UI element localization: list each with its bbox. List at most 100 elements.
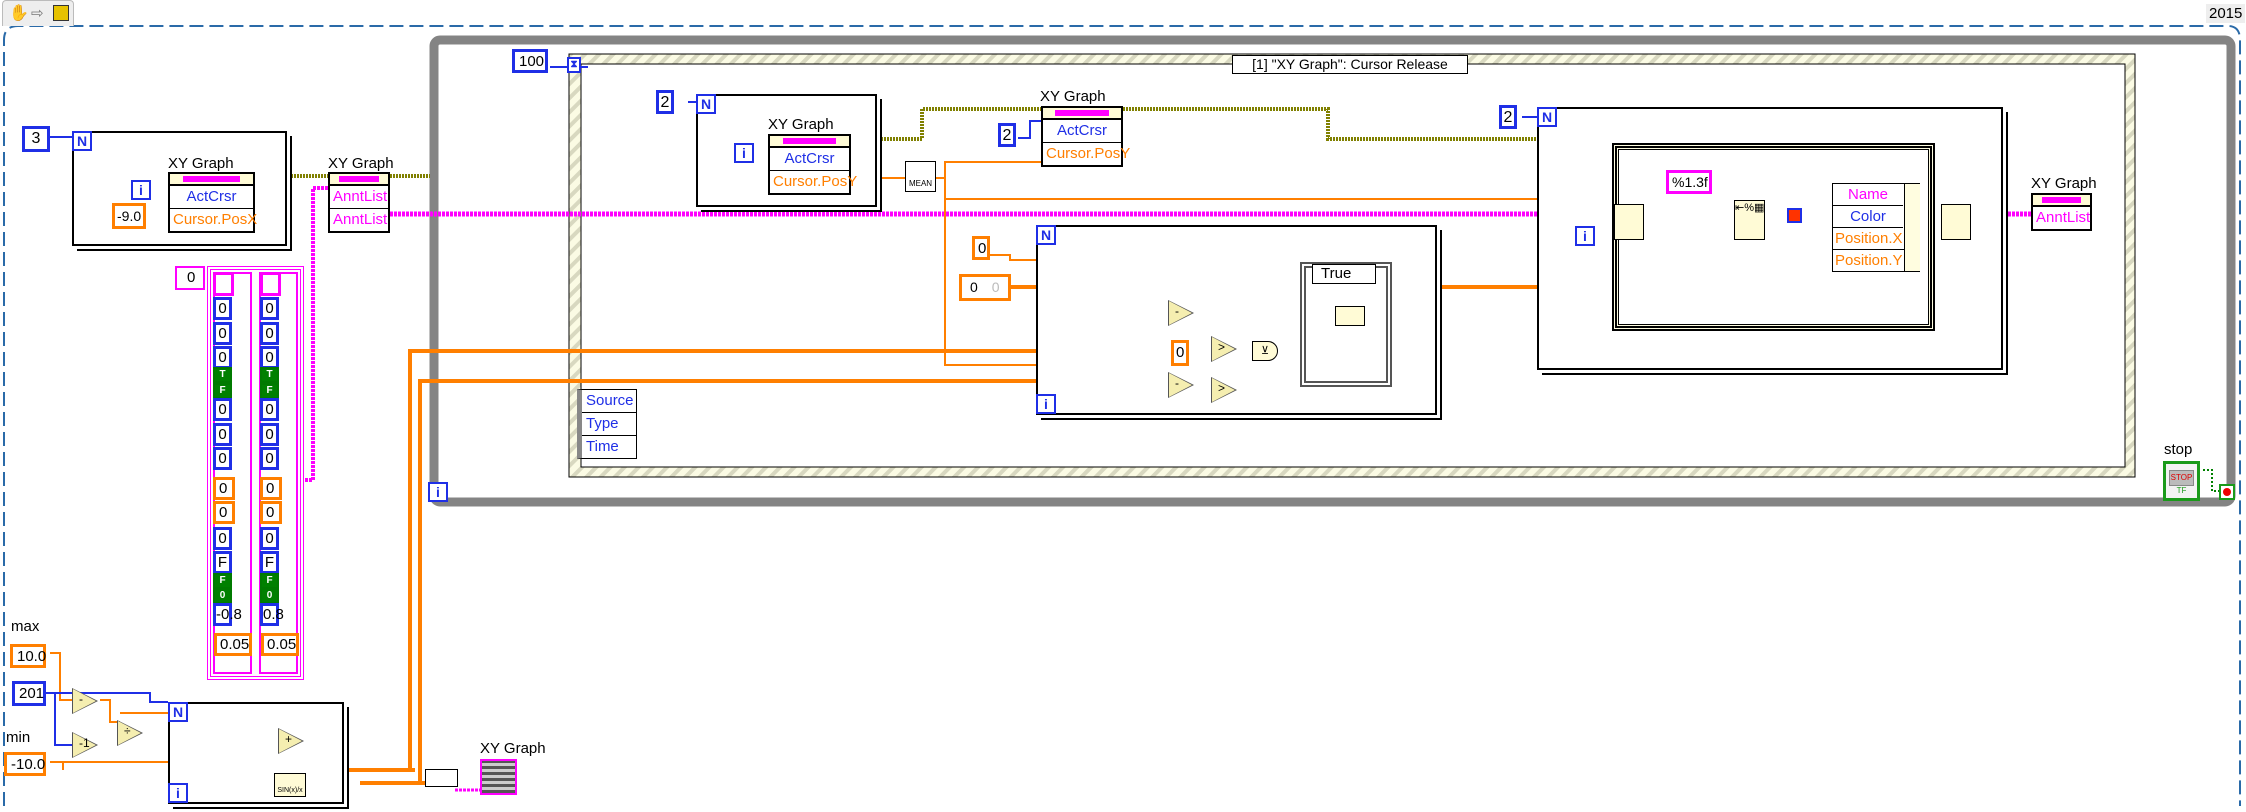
offset-cell[interactable]: 0.05 bbox=[261, 633, 299, 656]
offset-cell[interactable]: 0.05 bbox=[214, 633, 252, 656]
numeric-cell[interactable]: 0 bbox=[260, 346, 279, 369]
xy-graph-cursor-property-node-2[interactable]: ActCrsr Cursor.PosY bbox=[1041, 106, 1130, 167]
name-string-cell[interactable] bbox=[260, 272, 281, 296]
color-constant[interactable] bbox=[1787, 208, 1802, 223]
boolean-cell[interactable]: F bbox=[260, 573, 279, 589]
numeric-cell[interactable]: -0.8 bbox=[213, 603, 242, 626]
array-constant[interactable]: 0 0 bbox=[959, 274, 1011, 301]
position-cell[interactable]: 0 bbox=[213, 501, 235, 524]
array-replace-element-node bbox=[1941, 204, 1971, 240]
wait-ms-constant[interactable]: 100 bbox=[512, 49, 548, 73]
array-index-element-node bbox=[1614, 204, 1644, 240]
stop-button-face[interactable]: STOP bbox=[2169, 470, 2194, 486]
name-string-cell[interactable] bbox=[213, 272, 234, 296]
property-anntlist-out[interactable]: AnntList bbox=[330, 208, 388, 231]
boolean-cell[interactable]: T bbox=[213, 367, 232, 383]
bundle-color[interactable]: Color bbox=[1833, 206, 1903, 228]
property-cursor-posy[interactable]: Cursor.PosY bbox=[770, 170, 857, 193]
xy-graph-terminal-label: XY Graph bbox=[480, 740, 546, 757]
vi-icon[interactable] bbox=[53, 5, 69, 21]
property-actcrsr[interactable]: ActCrsr bbox=[1043, 119, 1121, 142]
numeric-cell[interactable]: 0 bbox=[213, 447, 232, 470]
numeric-cell[interactable]: 0 bbox=[260, 398, 279, 421]
numeric-cell[interactable]: 0 bbox=[213, 423, 232, 446]
numeric-cell[interactable]: 0 bbox=[213, 322, 232, 345]
array-index[interactable]: 0 bbox=[962, 279, 978, 295]
position-cell[interactable]: 0 bbox=[260, 477, 282, 500]
numeric-cell[interactable]: 0 bbox=[213, 297, 232, 320]
xy-graph-annt-property-node[interactable]: AnntList AnntList bbox=[328, 172, 390, 233]
boolean-cell[interactable]: F bbox=[213, 383, 232, 399]
property-cursor-posx[interactable]: Cursor.PosX bbox=[170, 208, 257, 231]
max-control[interactable]: 10.0 bbox=[10, 644, 46, 668]
stop-button-terminal[interactable]: STOP TF bbox=[2163, 461, 2200, 501]
property-anntlist-in[interactable]: AnntList bbox=[330, 185, 388, 208]
add-node: + bbox=[278, 728, 304, 754]
loop-index-terminal: i bbox=[734, 143, 754, 163]
bundle-name[interactable]: Name bbox=[1833, 184, 1903, 206]
bundle-position-y[interactable]: Position.Y bbox=[1833, 250, 1905, 271]
xy-graph-cursor-property-node[interactable]: ActCrsr Cursor.PosY bbox=[768, 134, 857, 195]
boolean-cell[interactable]: F bbox=[260, 383, 279, 399]
position-cell[interactable]: 0 bbox=[213, 477, 235, 500]
timeout-terminal-hourglass-icon: ⧗ bbox=[567, 57, 581, 73]
min-control[interactable]: -10.0 bbox=[4, 752, 46, 776]
format-string-constant[interactable]: %1.3f bbox=[1666, 170, 1712, 194]
array-index-display[interactable]: 0 bbox=[175, 266, 205, 290]
xy-graph-annt-out-property-node[interactable]: AnntList bbox=[2031, 193, 2092, 231]
points-constant[interactable]: 201 bbox=[12, 681, 46, 706]
stop-label: stop bbox=[2164, 441, 2193, 458]
zero-constant[interactable]: 0 bbox=[1171, 340, 1189, 366]
loop-count-terminal: N bbox=[72, 131, 92, 151]
loop-count-terminal: N bbox=[696, 94, 716, 114]
numeric-cell[interactable]: 0 bbox=[260, 447, 279, 470]
xy-graph-terminal[interactable] bbox=[480, 759, 517, 795]
numeric-cell[interactable]: 0 bbox=[213, 398, 232, 421]
init-constant[interactable]: 0 bbox=[972, 236, 990, 260]
event-data-source[interactable]: Source bbox=[582, 390, 636, 413]
event-data-type[interactable]: Type bbox=[582, 413, 636, 436]
numeric-cell[interactable]: 0 bbox=[213, 346, 232, 369]
boolean-cell[interactable]: F bbox=[213, 573, 232, 589]
property-node-label: XY Graph bbox=[168, 155, 234, 172]
property-anntlist[interactable]: AnntList bbox=[2033, 206, 2090, 229]
event-data-node[interactable]: Source Type Time bbox=[577, 389, 637, 459]
numeric-cell[interactable]: 0 bbox=[213, 527, 232, 550]
loop-index-terminal: i bbox=[1036, 394, 1056, 414]
diagram-toolbar: ✋ ⇨ bbox=[2, 0, 74, 26]
numeric-cell[interactable]: 0.8 bbox=[260, 603, 284, 626]
numeric-cell[interactable]: 0 bbox=[260, 527, 279, 550]
loop-count-constant[interactable]: 3 bbox=[22, 126, 50, 152]
numeric-cell[interactable]: 0 bbox=[260, 322, 279, 345]
bundle-position-x[interactable]: Position.X bbox=[1833, 228, 1905, 250]
property-actcrsr[interactable]: ActCrsr bbox=[770, 147, 849, 170]
boolean-cell[interactable]: 0 bbox=[213, 588, 232, 604]
subtract-node: - bbox=[1168, 300, 1194, 326]
arrow-tool-icon[interactable]: ⇨ bbox=[31, 4, 44, 22]
annotation-count-constant[interactable]: 2 bbox=[1499, 105, 1517, 129]
loop-index-terminal: i bbox=[131, 180, 151, 200]
posx-constant[interactable]: -9.0 bbox=[112, 203, 146, 229]
cursor-index-constant[interactable]: 2 bbox=[998, 123, 1016, 147]
numeric-cell[interactable]: 0 bbox=[260, 423, 279, 446]
loop-condition-stop-icon[interactable] bbox=[2219, 484, 2235, 500]
xy-graph-property-node[interactable]: ActCrsr Cursor.PosX bbox=[168, 172, 257, 233]
boolean-cell[interactable]: 0 bbox=[260, 588, 279, 604]
array-element[interactable]: 0 bbox=[992, 279, 1000, 295]
case-selector[interactable]: True bbox=[1312, 264, 1376, 284]
property-actcrsr[interactable]: ActCrsr bbox=[170, 185, 253, 208]
loop-count-terminal: N bbox=[168, 702, 188, 722]
cursor-count-constant[interactable]: 2 bbox=[656, 90, 674, 114]
numeric-cell[interactable]: F bbox=[260, 551, 279, 574]
position-cell[interactable]: 0 bbox=[260, 501, 282, 524]
build-array-icon bbox=[1335, 306, 1365, 326]
numeric-cell[interactable]: F bbox=[213, 551, 232, 574]
divide-node: ÷ bbox=[117, 720, 143, 746]
hand-tool-icon[interactable]: ✋ bbox=[9, 3, 29, 23]
boolean-cell[interactable]: T bbox=[260, 367, 279, 383]
bundle-by-name-node[interactable]: Name Color Position.X Position.Y bbox=[1832, 183, 1920, 272]
property-cursor-posy[interactable]: Cursor.PosY bbox=[1043, 142, 1130, 165]
event-data-time[interactable]: Time bbox=[582, 436, 636, 458]
event-selector[interactable]: [1] "XY Graph": Cursor Release bbox=[1232, 55, 1468, 74]
numeric-cell[interactable]: 0 bbox=[260, 297, 279, 320]
